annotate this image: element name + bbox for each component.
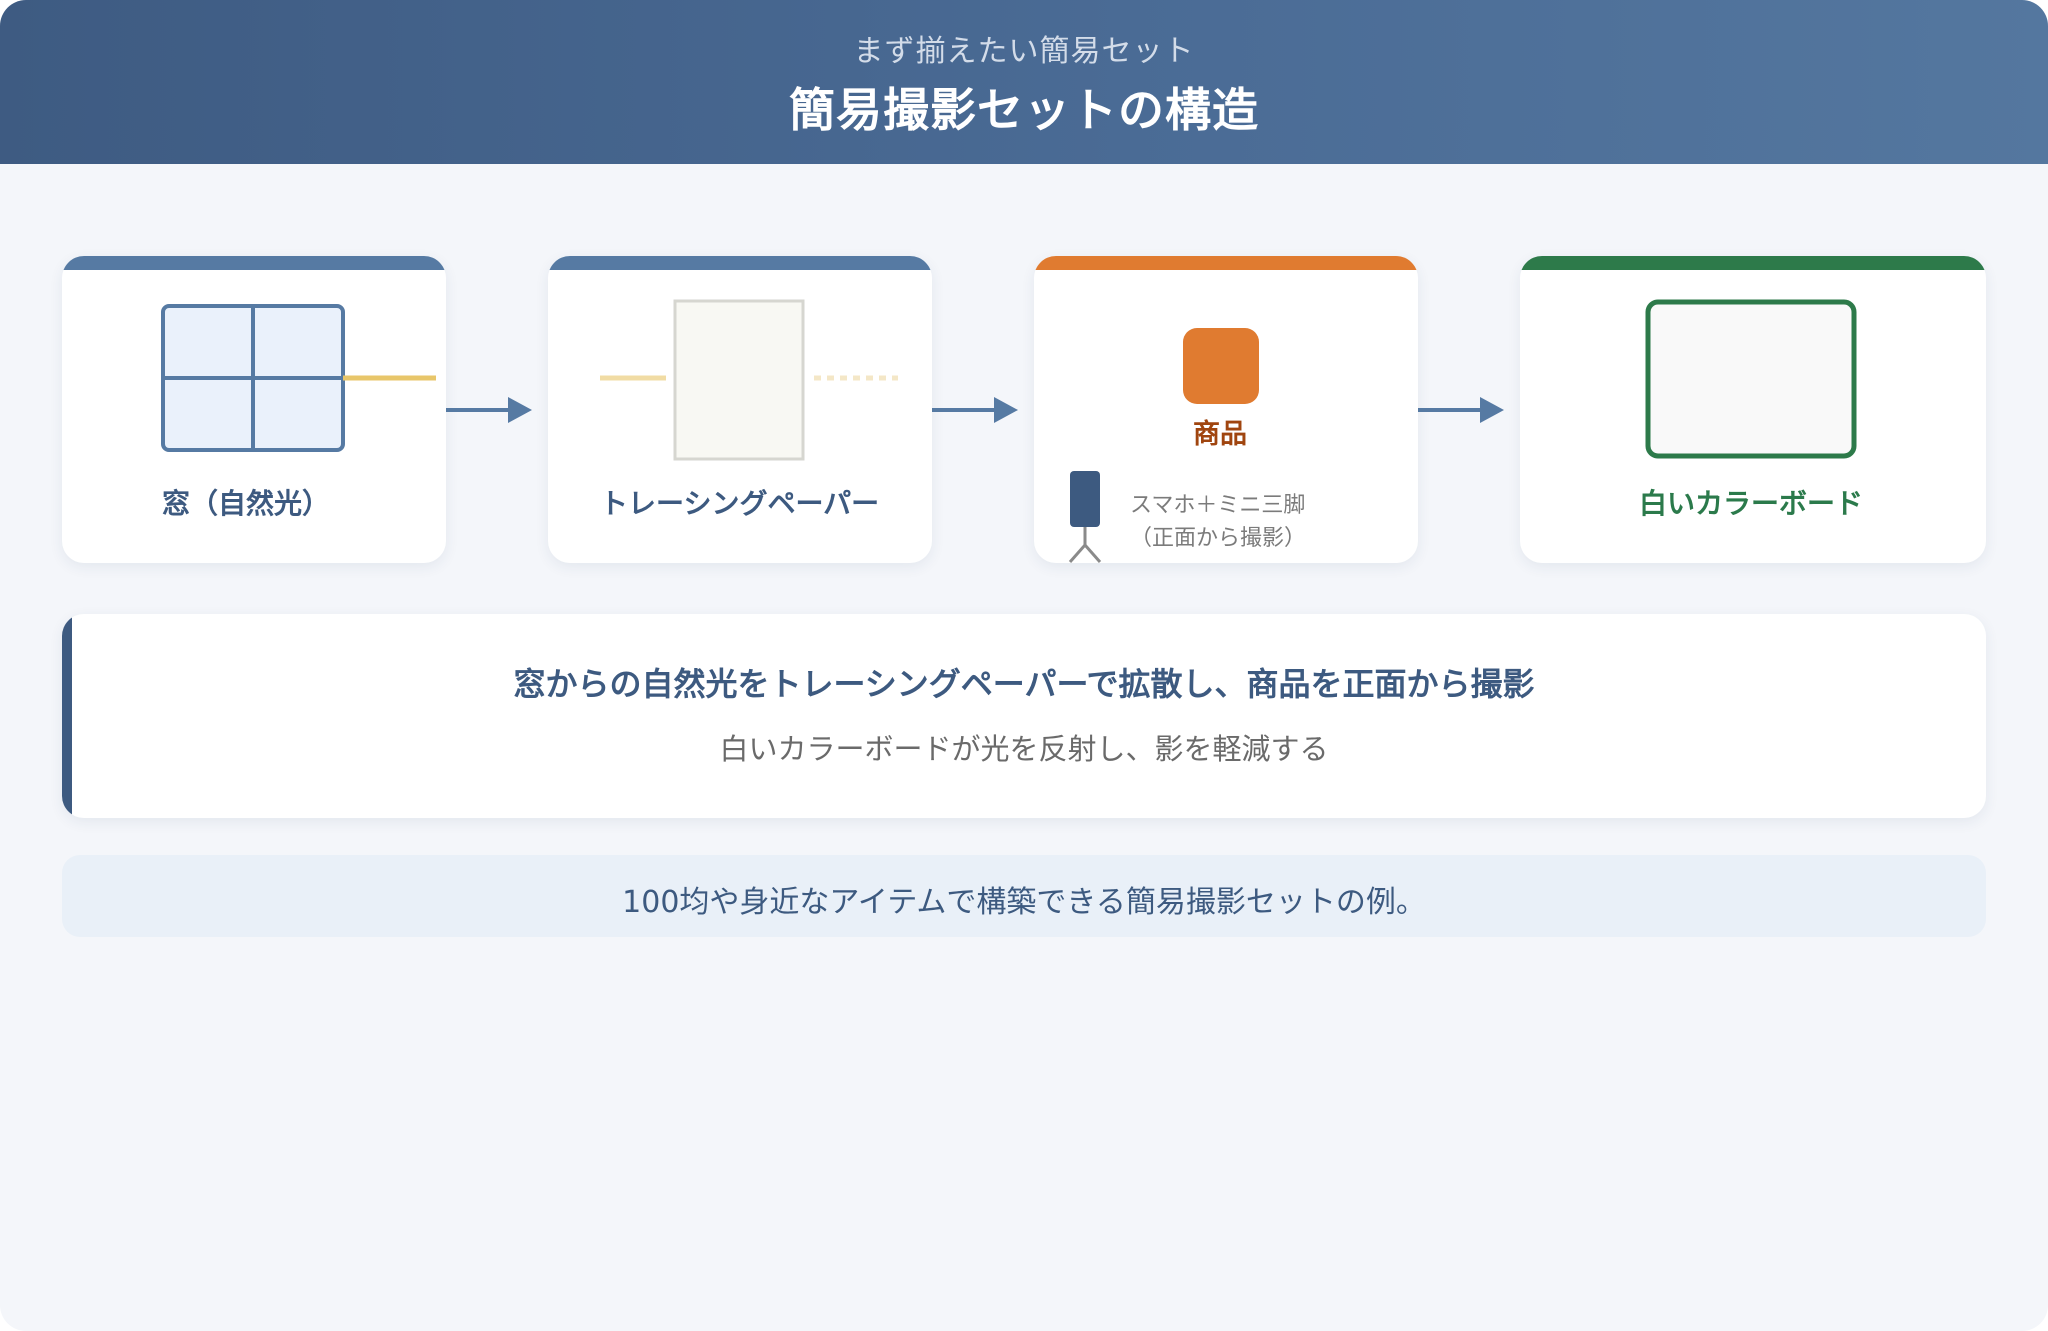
arrow-right-icon <box>932 397 1018 423</box>
note-text: 100均や身近なアイテムで構築できる簡易撮影セットの例。 <box>622 885 1426 920</box>
page: まず揃えたい簡易セット 簡易撮影セットの構造 窓（自然光） トレーシングペーパー <box>0 0 2048 1331</box>
white-board-label: 白いカラーボード <box>1639 487 1864 520</box>
window-card: 窓（自然光） <box>62 256 446 563</box>
shooting-direction-label: （正面から撮影） <box>1130 526 1307 551</box>
product-card: 商品 スマホ＋ミニ三脚 （正面から撮影） <box>1034 256 1418 563</box>
header: まず揃えたい簡易セット 簡易撮影セットの構造 <box>0 0 2048 164</box>
note-panel: 100均や身近なアイテムで構築できる簡易撮影セットの例。 <box>62 855 1986 937</box>
summary-main-text: 窓からの自然光をトレーシングペーパーで拡散し、商品を正面から撮影 <box>513 665 1535 703</box>
white-board-card: 白いカラーボード <box>1520 256 1986 563</box>
summary-sub-text: 白いカラーボードが光を反射し、影を軽減する <box>719 732 1329 766</box>
tracing-paper-card: トレーシングペーパー <box>548 256 932 563</box>
tracing-paper-label: トレーシングペーパー <box>600 487 880 520</box>
page-title: 簡易撮影セットの構造 <box>789 83 1259 137</box>
arrow-right-icon <box>1418 397 1504 423</box>
summary-panel: 窓からの自然光をトレーシングペーパーで拡散し、商品を正面から撮影 白いカラーボー… <box>62 614 1986 818</box>
smartphone-label: スマホ＋ミニ三脚 <box>1130 493 1306 518</box>
arrow-right-icon <box>446 397 532 423</box>
header-subtitle: まず揃えたい簡易セット <box>853 34 1195 69</box>
summary-accent-bar <box>62 614 72 818</box>
window-label: 窓（自然光） <box>162 487 331 520</box>
